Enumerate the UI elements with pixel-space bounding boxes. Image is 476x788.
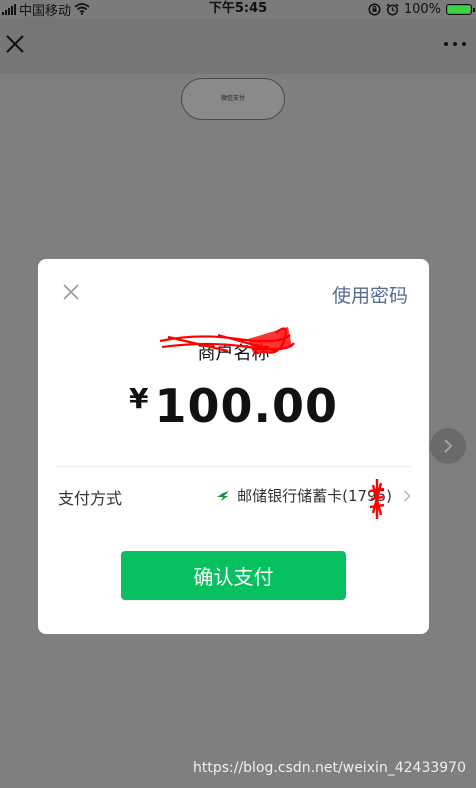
chevron-right-icon <box>444 439 453 453</box>
use-password-link[interactable]: 使用密码 <box>332 281 408 308</box>
battery-fill <box>448 5 470 13</box>
payment-dialog: 使用密码 商户名称 ¥100.00 支付方式 邮储银行储蓄卡(1795) 确认支… <box>38 259 429 634</box>
battery-icon <box>446 3 475 15</box>
redaction-scribble <box>369 479 385 519</box>
currency-symbol: ¥ <box>129 382 149 415</box>
battery-percent: 100% <box>403 1 441 17</box>
divider <box>56 466 411 467</box>
status-bar: 中国移动 下午5:45 100% <box>0 0 476 19</box>
amount-display: ¥100.00 <box>38 379 429 433</box>
alarm-icon <box>386 3 399 16</box>
nav-bar <box>0 18 476 74</box>
close-icon[interactable] <box>4 33 26 55</box>
pay-pill-button[interactable]: 微信支付 <box>181 78 285 120</box>
next-arrow-button[interactable] <box>430 428 466 464</box>
watermark: https://blog.csdn.net/weixin_42433970 <box>192 760 466 776</box>
rotation-lock-icon <box>368 2 381 16</box>
confirm-payment-button[interactable]: 确认支付 <box>121 551 346 600</box>
close-icon[interactable] <box>62 283 80 301</box>
amount-value: 100.00 <box>154 379 338 433</box>
payment-method-label: 支付方式 <box>58 489 123 508</box>
redaction-scribble <box>159 327 295 355</box>
bank-logo-icon <box>217 490 230 501</box>
more-icon[interactable] <box>444 42 466 46</box>
chevron-right-icon <box>404 490 411 501</box>
